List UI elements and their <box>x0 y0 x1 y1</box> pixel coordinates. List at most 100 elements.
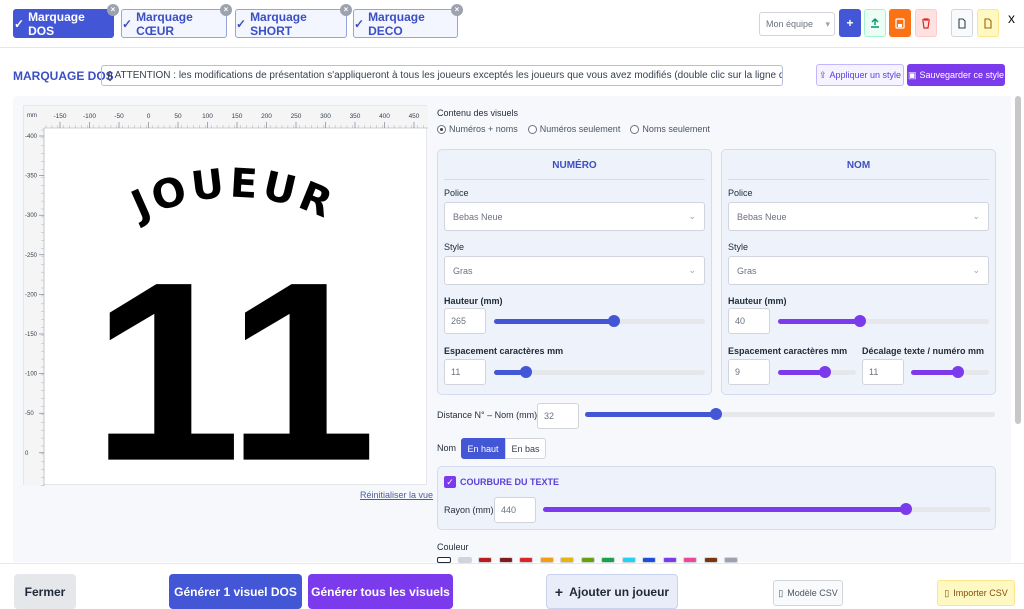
team-select[interactable]: Mon équipe ▾ <box>759 12 835 36</box>
close-tab-icon[interactable]: × <box>220 4 232 16</box>
nom-height-input[interactable]: 40 <box>728 308 770 334</box>
close-button[interactable]: Fermer <box>14 574 76 609</box>
curvature-checkbox[interactable]: ✓ <box>444 476 456 488</box>
radio-label: Noms seulement <box>642 124 710 134</box>
save-style-label: Sauvegarder ce style <box>919 70 1005 80</box>
distance-label: Distance N° – Nom (mm) <box>437 410 538 420</box>
numero-spacing-slider[interactable] <box>494 366 705 378</box>
radio-dot <box>630 124 640 134</box>
select-value: Bebas Neue <box>737 211 787 222</box>
numero-height-slider[interactable] <box>494 315 705 327</box>
radio-names-only[interactable]: Noms seulement <box>630 124 710 134</box>
tab-label: Marquage SHORT <box>250 9 307 38</box>
nom-offset-label: Décalage texte / numéro mm <box>862 346 985 356</box>
curvature-label: COURBURE DU TEXTE <box>460 477 560 487</box>
delete-button[interactable] <box>915 9 937 37</box>
nom-height-label: Hauteur (mm) <box>728 296 787 306</box>
content-label: Contenu des visuels <box>437 108 519 118</box>
name-bottom-button[interactable]: En bas <box>505 438 546 459</box>
tab-check-icon: ✓ <box>122 16 133 31</box>
attention-text: ATTENTION : les modifications de présent… <box>114 70 783 81</box>
slider-fill <box>585 412 717 417</box>
slider-thumb[interactable] <box>818 366 831 378</box>
generate-one-button[interactable]: Générer 1 visuel DOS <box>169 574 302 609</box>
generate-all-button[interactable]: Générer tous les visuels <box>308 574 453 609</box>
slider-thumb[interactable] <box>899 503 912 515</box>
select-value: Gras <box>737 265 757 276</box>
team-select-value: Mon équipe <box>766 19 814 29</box>
numero-police-label: Police <box>444 188 469 198</box>
numero-font-select[interactable]: Bebas Neue ⌄ <box>444 202 705 231</box>
nom-offset-input[interactable]: 11 <box>862 359 904 385</box>
divider <box>728 179 989 180</box>
distance-slider[interactable] <box>585 408 995 420</box>
preview-canvas: mm -150 -100 -50 0 50 100 150 200 250 300 350 400 45… <box>24 106 428 514</box>
upload-button[interactable] <box>864 9 886 37</box>
import-csv-label: Importer CSV <box>953 588 1008 598</box>
radio-numbers-names[interactable]: Numéros + noms <box>437 124 518 134</box>
nom-offset-slider[interactable] <box>911 366 989 378</box>
csv-model-label: Modèle CSV <box>787 588 838 598</box>
jersey-preview[interactable]: mm -150 -100 -50 0 50 100 150 200 250 300 350 400 45… <box>23 105 428 514</box>
radius-input[interactable]: 440 <box>494 497 536 523</box>
radius-slider[interactable] <box>543 503 991 515</box>
document-icon <box>984 17 992 29</box>
tab-label: Marquage CŒUR <box>136 9 193 38</box>
tab-marquage-short[interactable]: ✓ Marquage SHORT × <box>235 4 352 38</box>
name-position-label: Nom <box>437 443 457 453</box>
close-tab-icon[interactable]: × <box>107 4 119 16</box>
close-tab-icon[interactable]: × <box>451 4 463 16</box>
attention-notice: i ATTENTION : les modifications de prése… <box>101 65 783 86</box>
upload-icon <box>871 17 879 28</box>
close-tab-icon[interactable]: × <box>340 4 352 16</box>
nom-style-select[interactable]: Gras ⌄ <box>728 256 989 285</box>
nom-card: NOM Police Bebas Neue ⌄ Style Gras ⌄ Haute… <box>721 149 996 395</box>
document-button[interactable] <box>951 9 973 37</box>
numero-spacing-input[interactable]: 11 <box>444 359 486 385</box>
radius-label: Rayon (mm) <box>444 505 494 515</box>
slider-thumb[interactable] <box>710 408 723 420</box>
radio-numbers-only[interactable]: Numéros seulement <box>527 124 620 134</box>
slider-thumb[interactable] <box>608 315 621 327</box>
scrollbar-thumb[interactable] <box>1015 96 1021 424</box>
save-file-button[interactable] <box>889 9 911 37</box>
chevron-down-icon: ⌄ <box>688 265 696 275</box>
nom-font-select[interactable]: Bebas Neue ⌄ <box>728 202 989 231</box>
slider-fill <box>543 507 906 512</box>
save-style-button[interactable]: ▣ Sauvegarder ce style <box>907 64 1005 86</box>
close-icon[interactable]: x <box>1008 10 1015 26</box>
nom-police-label: Police <box>728 188 753 198</box>
x-tick-label: 100 <box>202 113 213 120</box>
nom-title: NOM <box>846 160 871 171</box>
upload-icon: ⇪ <box>818 69 827 80</box>
tab-marquage-deco[interactable]: ✓ Marquage DECO × <box>353 4 463 38</box>
slider-thumb[interactable] <box>951 366 964 378</box>
x-tick-label: -150 <box>53 113 66 120</box>
add-player-button[interactable]: + Ajouter un joueur <box>546 574 678 609</box>
x-tick-label: -50 <box>114 113 124 120</box>
curvature-card: ✓ COURBURE DU TEXTE Rayon (mm) 440 <box>437 466 996 530</box>
nom-spacing-input[interactable]: 9 <box>728 359 770 385</box>
tab-marquage-dos[interactable]: ✓ Marquage DOS × <box>13 4 119 38</box>
nom-spacing-label: Espacement caractères mm <box>728 346 848 356</box>
slider-thumb[interactable] <box>519 366 532 378</box>
import-csv-button[interactable]: ▯ Importer CSV <box>937 580 1015 606</box>
chevron-down-icon: ⌄ <box>972 211 980 221</box>
nom-height-slider[interactable] <box>778 315 989 327</box>
export-document-button[interactable] <box>977 9 999 37</box>
csv-model-button[interactable]: ▯ Modèle CSV <box>773 580 843 606</box>
x-tick-label: 50 <box>174 113 182 120</box>
color-label: Couleur <box>437 542 469 552</box>
numero-style-select[interactable]: Gras ⌄ <box>444 256 705 285</box>
name-top-button[interactable]: En haut <box>461 438 505 459</box>
tab-marquage-coeur[interactable]: ✓ Marquage CŒUR × <box>121 4 232 38</box>
reset-view-link[interactable]: Réinitialiser la vue <box>360 490 433 500</box>
slider-thumb[interactable] <box>854 315 867 327</box>
apply-style-button[interactable]: ⇪ Appliquer un style <box>816 64 904 86</box>
document-icon <box>958 17 966 29</box>
nom-spacing-slider[interactable] <box>778 366 856 378</box>
add-button[interactable]: + <box>839 9 861 37</box>
distance-input[interactable]: 32 <box>537 403 579 429</box>
vertical-scrollbar[interactable] <box>1014 96 1022 426</box>
numero-height-input[interactable]: 265 <box>444 308 486 334</box>
